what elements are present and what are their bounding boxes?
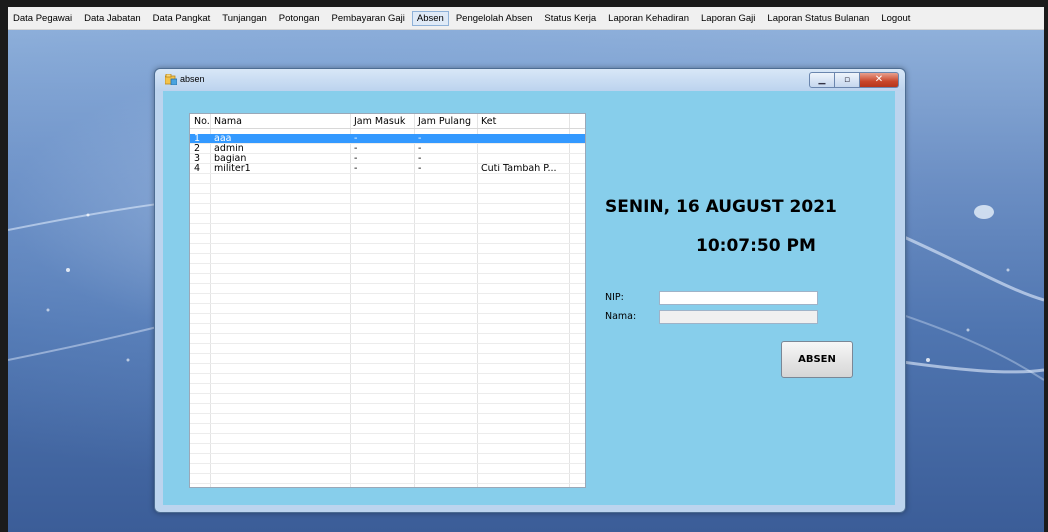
empty-grid-row (190, 364, 585, 374)
menu-item-data-pegawai[interactable]: Data Pegawai (8, 11, 77, 26)
cell-no: 3 (194, 154, 201, 164)
cell-jam-masuk: - (354, 164, 358, 174)
app-frame: Data Pegawai Data Jabatan Data Pangkat T… (8, 7, 1044, 532)
cell-no: 2 (194, 144, 201, 154)
empty-grid-row (190, 384, 585, 394)
cell-jam-masuk: - (354, 144, 358, 154)
empty-grid-row (190, 394, 585, 404)
column-header-jam-pulang[interactable]: Jam Pulang (414, 114, 477, 129)
empty-grid-row (190, 324, 585, 334)
empty-grid-row (190, 184, 585, 194)
table-row[interactable]: 3 bagian - - (190, 154, 585, 164)
column-header-ket[interactable]: Ket (477, 114, 569, 129)
cell-jam-pulang: - (418, 154, 422, 164)
empty-grid-row (190, 354, 585, 364)
cell-ket (477, 134, 569, 144)
window-controls: ▁ ▫ ✕ (809, 72, 899, 88)
menu-item-laporan-gaji[interactable]: Laporan Gaji (696, 11, 760, 26)
cell-ket: Cuti Tambah P... (481, 164, 557, 174)
empty-grid-row (190, 294, 585, 304)
maximize-icon[interactable]: ▫ (835, 72, 860, 88)
empty-grid-row (190, 374, 585, 384)
table-row[interactable]: 4 militer1 - - Cuti Tambah P... (190, 164, 585, 174)
menu-item-absen[interactable]: Absen (411, 10, 449, 26)
empty-grid-row (190, 224, 585, 234)
menu-item-data-pangkat[interactable]: Data Pangkat (148, 11, 216, 26)
menu-item-pembayaran-gaji[interactable]: Pembayaran Gaji (326, 11, 409, 26)
empty-grid-row (190, 454, 585, 464)
cell-nama: bagian (214, 154, 247, 164)
absen-button[interactable]: ABSEN (781, 341, 853, 378)
close-icon[interactable]: ✕ (860, 72, 899, 88)
cell-nama: militer1 (214, 164, 251, 174)
form-icon (165, 74, 177, 85)
cell-jam-masuk: - (354, 154, 358, 164)
cell-jam-pulang: - (418, 144, 422, 154)
menu-item-laporan-status-bulanan[interactable]: Laporan Status Bulanan (762, 11, 874, 26)
window-title: absen (180, 74, 205, 84)
empty-grid-row (190, 274, 585, 284)
table-header: No. Nama Jam Masuk Jam Pulang Ket (190, 114, 585, 129)
menu-item-logout[interactable]: Logout (876, 11, 915, 26)
cell-jam-pulang: - (418, 134, 422, 144)
empty-grid-row (190, 434, 585, 444)
cell-jam-pulang: - (418, 164, 422, 174)
empty-grid-row (190, 254, 585, 264)
nip-input[interactable] (659, 291, 818, 305)
empty-grid-row (190, 484, 585, 487)
empty-grid-row (190, 334, 585, 344)
empty-grid-row (190, 414, 585, 424)
window-client-area: No. Nama Jam Masuk Jam Pulang Ket 1 aaa … (163, 91, 895, 505)
menu-item-pengelolah-absen[interactable]: Pengelolah Absen (451, 11, 538, 26)
empty-grid-row (190, 444, 585, 454)
empty-grid-row (190, 214, 585, 224)
cell-no: 1 (194, 134, 201, 144)
cell-nama: admin (214, 144, 244, 154)
minimize-icon[interactable]: ▁ (809, 72, 835, 88)
empty-grid-row (190, 264, 585, 274)
table-row[interactable]: 1 aaa - - (190, 134, 585, 144)
empty-grid-row (190, 204, 585, 214)
cell-nama: aaa (214, 134, 232, 144)
nip-label: NIP: (605, 292, 624, 303)
empty-grid-row (190, 464, 585, 474)
cell-jam-masuk: - (354, 134, 358, 144)
empty-grid-row (190, 404, 585, 414)
empty-grid-row (190, 284, 585, 294)
table-row[interactable]: 2 admin - - (190, 144, 585, 154)
empty-grid-row (190, 304, 585, 314)
cell-ket (477, 154, 569, 164)
window-titlebar[interactable]: absen ▁ ▫ ✕ (155, 69, 905, 91)
empty-grid-row (190, 424, 585, 434)
absen-table[interactable]: No. Nama Jam Masuk Jam Pulang Ket 1 aaa … (189, 113, 586, 488)
menu-item-potongan[interactable]: Potongan (274, 11, 325, 26)
cell-no: 4 (194, 164, 201, 174)
column-header-nama[interactable]: Nama (210, 114, 350, 129)
menu-item-data-jabatan[interactable]: Data Jabatan (79, 11, 146, 26)
time-label: 10:07:50 PM (696, 236, 816, 256)
empty-grid-row (190, 314, 585, 324)
menu-item-tunjangan[interactable]: Tunjangan (217, 11, 272, 26)
empty-grid-row (190, 234, 585, 244)
empty-grid-row (190, 244, 585, 254)
nama-field[interactable] (659, 310, 818, 324)
column-header-jam-masuk[interactable]: Jam Masuk (350, 114, 414, 129)
column-header-no[interactable]: No. (190, 114, 210, 129)
menu-item-status-kerja[interactable]: Status Kerja (539, 11, 601, 26)
date-label: SENIN, 16 AUGUST 2021 (605, 197, 837, 217)
nama-label: Nama: (605, 311, 637, 322)
menu-bar: Data Pegawai Data Jabatan Data Pangkat T… (8, 7, 1044, 30)
empty-grid-row (190, 474, 585, 484)
menu-item-laporan-kehadiran[interactable]: Laporan Kehadiran (603, 11, 694, 26)
empty-grid-row (190, 194, 585, 204)
cell-ket (477, 144, 569, 154)
empty-grid-row (190, 344, 585, 354)
absen-window: absen ▁ ▫ ✕ No. Nama Jam Masuk Jam Pulan… (154, 68, 906, 513)
empty-grid-row (190, 174, 585, 184)
